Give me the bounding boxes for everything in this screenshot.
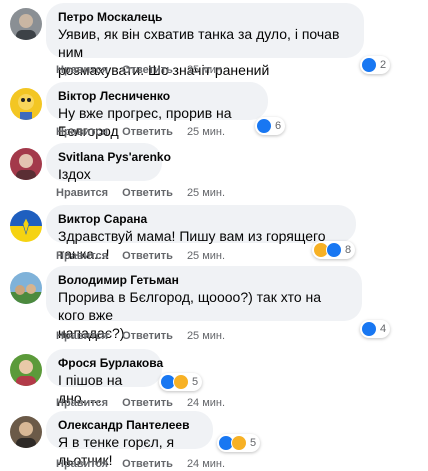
reaction-summary[interactable]: 2 — [360, 56, 391, 74]
comment-actions: Нравится Ответить 25 мин. — [56, 187, 225, 200]
like-reaction-icon — [256, 118, 272, 134]
comment-author[interactable]: Олександр Пантелеев — [58, 418, 201, 433]
like-reaction-icon — [326, 242, 342, 258]
reaction-count: 5 — [192, 376, 199, 388]
avatar[interactable] — [10, 88, 42, 120]
reaction-count: 2 — [380, 59, 387, 71]
comment-bubble: Виктор Сарана Здравствуй мама! Пишу вам … — [46, 205, 356, 262]
comment-author[interactable]: Володимир Гетьман — [58, 273, 350, 288]
reaction-summary[interactable]: 4 — [360, 320, 391, 338]
comment-author[interactable]: Svitlana Pys'arenko — [58, 150, 171, 165]
like-button[interactable]: Нравится — [56, 126, 108, 139]
reaction-summary[interactable]: 8 — [312, 241, 356, 259]
reply-button[interactable]: Ответить — [122, 330, 173, 343]
comment-author[interactable]: Віктор Лесниченко — [58, 89, 256, 104]
comment-bubble: Віктор Лесниченко Ну вже прогрес, прорив… — [46, 82, 268, 139]
comment-actions: Нравится Ответить 24 мин. — [56, 397, 225, 410]
reply-button[interactable]: Ответить — [122, 458, 173, 471]
comment-bubble: Петро Москалець Уявив, як він схватив та… — [46, 3, 364, 78]
comment-time[interactable]: 24 мин. — [187, 397, 225, 410]
reply-button[interactable]: Ответить — [122, 126, 173, 139]
reply-button[interactable]: Ответить — [122, 64, 173, 77]
comment-time[interactable]: 25 мин. — [187, 330, 225, 343]
comment-actions: Нравится Ответить 25 мин. — [56, 250, 225, 263]
like-button[interactable]: Нравится — [56, 250, 108, 263]
avatar[interactable] — [10, 148, 42, 180]
reaction-summary[interactable]: 5 — [159, 373, 203, 391]
comment-bubble: Володимир Гетьман Прорива в Бєлгород, що… — [46, 266, 362, 341]
comment-actions: Нравится Ответить 25 мин. — [56, 330, 225, 343]
comment-bubble: Олександр Пантелеев Я в тенке горєл, я л… — [46, 411, 213, 468]
reaction-count: 8 — [345, 244, 352, 256]
avatar[interactable] — [10, 416, 42, 448]
like-button[interactable]: Нравится — [56, 397, 108, 410]
like-button[interactable]: Нравится — [56, 64, 108, 77]
comment-actions: Нравится Ответить 24 мин. — [56, 458, 225, 471]
reaction-count: 6 — [275, 120, 282, 132]
haha-reaction-icon — [231, 435, 247, 451]
comment-actions: Нравится Ответить 25 мин. — [56, 64, 225, 77]
avatar[interactable] — [10, 354, 42, 386]
avatar[interactable] — [10, 210, 42, 242]
like-button[interactable]: Нравится — [56, 330, 108, 343]
reply-button[interactable]: Ответить — [122, 397, 173, 410]
comment-author[interactable]: Фрося Бурлакова — [58, 356, 163, 371]
comment-bubble: Svitlana Pys'arenko Іздох — [46, 143, 171, 182]
comment-text: Іздох — [58, 166, 91, 182]
like-reaction-icon — [361, 321, 377, 337]
haha-reaction-icon — [173, 374, 189, 390]
reaction-count: 4 — [380, 323, 387, 335]
comment-actions: Нравится Ответить 25 мин. — [56, 126, 225, 139]
comment-author[interactable]: Петро Москалець — [58, 10, 352, 25]
avatar[interactable] — [10, 8, 42, 40]
comment-time[interactable]: 25 мин. — [187, 250, 225, 263]
like-button[interactable]: Нравится — [56, 458, 108, 471]
comment-author[interactable]: Виктор Сарана — [58, 212, 344, 227]
comment-time[interactable]: 24 мин. — [187, 458, 225, 471]
like-button[interactable]: Нравится — [56, 187, 108, 200]
reaction-summary[interactable]: 6 — [255, 117, 286, 135]
comment-time[interactable]: 25 мин. — [187, 126, 225, 139]
reaction-summary[interactable]: 5 — [217, 434, 261, 452]
reply-button[interactable]: Ответить — [122, 250, 173, 263]
avatar[interactable] — [10, 272, 42, 304]
comment-bubble: Фрося Бурлакова І пішов на дно..... — [46, 349, 163, 406]
reply-button[interactable]: Ответить — [122, 187, 173, 200]
reaction-count: 5 — [250, 437, 257, 449]
comment-time[interactable]: 25 мин. — [187, 64, 225, 77]
comment-time[interactable]: 25 мин. — [187, 187, 225, 200]
like-reaction-icon — [361, 57, 377, 73]
